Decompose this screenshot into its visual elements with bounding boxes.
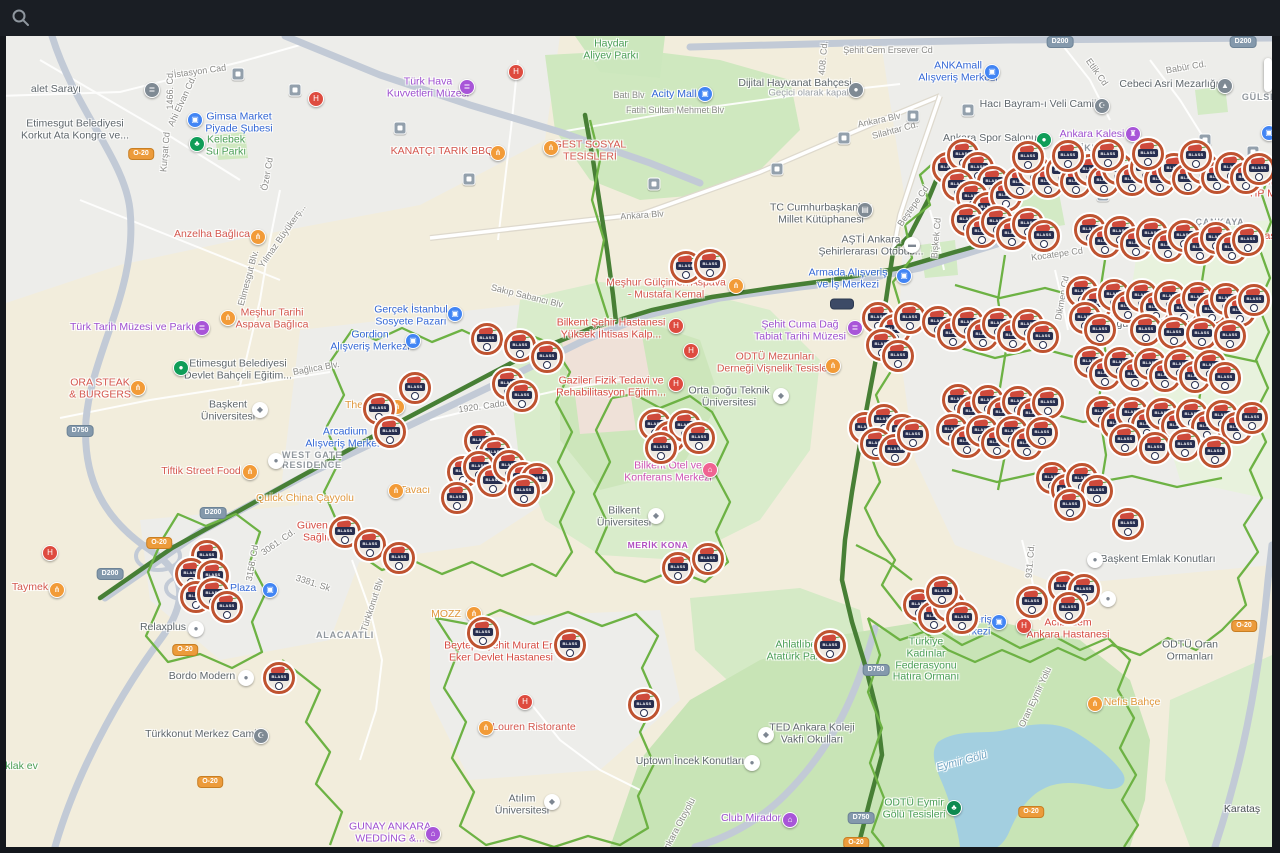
scooter-marker[interactable]: BLASS (683, 422, 715, 454)
scooter-marker[interactable]: BLASS (1032, 387, 1064, 419)
scooter-marker[interactable]: BLASS (897, 419, 929, 451)
scooter-marker[interactable]: BLASS (1209, 362, 1241, 394)
scooter-marker[interactable]: BLASS (694, 249, 726, 281)
scooter-marker[interactable]: BLASS (1092, 139, 1124, 171)
scooter-marker[interactable]: BLASS (354, 529, 386, 561)
scooter-marker[interactable]: BLASS (814, 630, 846, 662)
scooter-marker[interactable]: BLASS (1112, 508, 1144, 540)
scooter-marker[interactable]: BLASS (1084, 314, 1116, 346)
scooter-marker[interactable]: BLASS (1214, 320, 1246, 352)
scooter-marker[interactable]: BLASS (467, 617, 499, 649)
scooter-marker[interactable]: BLASS (1016, 586, 1048, 618)
scooter-marker[interactable]: BLASS (441, 482, 473, 514)
scooter-marker[interactable]: BLASS (471, 323, 503, 355)
scooter-marker[interactable]: BLASS (374, 416, 406, 448)
scooter-marker[interactable]: BLASS (628, 689, 660, 721)
scooter-marker[interactable]: BLASS (946, 602, 978, 634)
scooter-marker[interactable]: BLASS (383, 542, 415, 574)
topbar (0, 0, 1280, 36)
scooter-marker[interactable]: BLASS (645, 432, 677, 464)
scooter-marker[interactable]: BLASS (1054, 489, 1086, 521)
scooter-marker[interactable]: BLASS (1028, 220, 1060, 252)
scooter-marker[interactable]: BLASS (692, 543, 724, 575)
scooter-marker[interactable]: BLASS (894, 302, 926, 334)
scooter-marker[interactable]: BLASS (1027, 321, 1059, 353)
scooter-marker[interactable]: BLASS (662, 552, 694, 584)
scooter-marker[interactable]: BLASS (554, 629, 586, 661)
scooter-marker[interactable]: BLASS (1236, 402, 1268, 434)
scooter-marker[interactable]: BLASS (1132, 138, 1164, 170)
scooter-marker[interactable]: BLASS (1109, 424, 1141, 456)
scooter-marker[interactable]: BLASS (1139, 432, 1171, 464)
scooter-marker[interactable]: BLASS (531, 341, 563, 373)
scooter-marker[interactable]: BLASS (1243, 153, 1272, 185)
scooter-marker[interactable]: BLASS (1012, 141, 1044, 173)
scooter-marker[interactable]: BLASS (263, 662, 295, 694)
scooter-markers-layer: BLASSBLASSBLASSBLASSBLASSBLASSBLASSBLASS… (6, 36, 1272, 847)
scooter-marker[interactable]: BLASS (1026, 417, 1058, 449)
scooter-marker[interactable]: BLASS (882, 340, 914, 372)
scooter-marker[interactable]: BLASS (399, 372, 431, 404)
map-scroll-control[interactable] (1264, 58, 1272, 92)
scooter-marker[interactable]: BLASS (506, 380, 538, 412)
scooter-marker[interactable]: BLASS (1053, 592, 1085, 624)
scooter-marker[interactable]: BLASS (1232, 224, 1264, 256)
scooter-marker[interactable]: BLASS (1238, 284, 1270, 316)
scooter-marker[interactable]: BLASS (1199, 436, 1231, 468)
scooter-marker[interactable]: BLASS (1180, 140, 1212, 172)
scooter-marker[interactable]: BLASS (508, 475, 540, 507)
map-canvas[interactable]: Ankaraİstasyon Cad1466. Cd.Ahi Elvan Cd.… (6, 36, 1272, 847)
scooter-marker[interactable]: BLASS (1169, 429, 1201, 461)
scooter-marker[interactable]: BLASS (926, 576, 958, 608)
search-icon[interactable] (10, 7, 32, 29)
scooter-marker[interactable]: BLASS (211, 591, 243, 623)
scooter-marker[interactable]: BLASS (1052, 140, 1084, 172)
